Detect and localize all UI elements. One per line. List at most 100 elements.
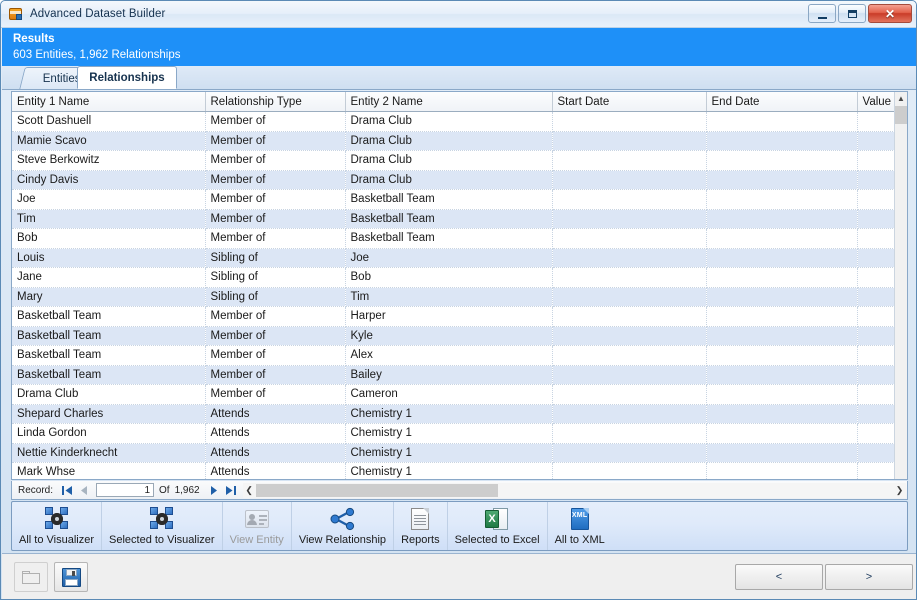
table-cell[interactable]: Drama Club xyxy=(345,131,552,151)
table-cell[interactable]: Scott Dashuell xyxy=(12,112,205,132)
table-cell[interactable] xyxy=(552,346,706,366)
table-row[interactable]: Basketball TeamMember ofAlex xyxy=(12,346,896,366)
column-header-start-date[interactable]: Start Date xyxy=(552,92,706,112)
view-entity-button[interactable]: View Entity xyxy=(223,502,292,550)
table-cell[interactable] xyxy=(706,424,857,444)
table-cell[interactable]: Joe xyxy=(12,190,205,210)
table-cell[interactable]: Chemistry 1 xyxy=(345,404,552,424)
table-row[interactable]: TimMember ofBasketball Team xyxy=(12,209,896,229)
table-row[interactable]: Drama ClubMember ofCameron xyxy=(12,385,896,405)
all-to-visualizer-button[interactable]: All to Visualizer xyxy=(12,502,102,550)
reports-button[interactable]: Reports xyxy=(394,502,448,550)
table-cell[interactable] xyxy=(552,131,706,151)
table-cell[interactable]: Harper xyxy=(345,307,552,327)
table-row[interactable]: Nettie KinderknechtAttendsChemistry 1 xyxy=(12,443,896,463)
table-cell[interactable]: Member of xyxy=(205,170,345,190)
scroll-right-icon[interactable]: ❯ xyxy=(893,483,906,498)
next-page-button[interactable]: > xyxy=(825,564,913,590)
table-row[interactable]: Cindy DavisMember ofDrama Club xyxy=(12,170,896,190)
table-cell[interactable] xyxy=(552,424,706,444)
tab-relationships[interactable]: Relationships xyxy=(77,66,177,89)
minimize-button[interactable] xyxy=(808,4,836,23)
table-cell[interactable]: Drama Club xyxy=(345,170,552,190)
table-cell[interactable] xyxy=(706,131,857,151)
table-cell[interactable] xyxy=(857,385,896,405)
table-cell[interactable]: Shepard Charles xyxy=(12,404,205,424)
table-cell[interactable] xyxy=(857,112,896,132)
table-cell[interactable] xyxy=(857,209,896,229)
table-cell[interactable]: Basketball Team xyxy=(345,229,552,249)
table-cell[interactable]: Cameron xyxy=(345,385,552,405)
table-cell[interactable] xyxy=(552,463,706,481)
table-cell[interactable] xyxy=(857,131,896,151)
table-row[interactable]: Basketball TeamMember ofKyle xyxy=(12,326,896,346)
table-cell[interactable] xyxy=(552,365,706,385)
table-cell[interactable]: Mary xyxy=(12,287,205,307)
table-cell[interactable]: Member of xyxy=(205,307,345,327)
view-relationship-button[interactable]: View Relationship xyxy=(292,502,394,550)
column-header-relationship-type[interactable]: Relationship Type xyxy=(205,92,345,112)
horizontal-scroll-track[interactable] xyxy=(256,484,893,497)
table-cell[interactable] xyxy=(706,287,857,307)
table-cell[interactable]: Sibling of xyxy=(205,248,345,268)
grid-vertical-scrollbar[interactable]: ▲ xyxy=(894,92,907,479)
table-cell[interactable] xyxy=(857,365,896,385)
table-cell[interactable] xyxy=(706,443,857,463)
table-row[interactable]: Scott DashuellMember ofDrama Club xyxy=(12,112,896,132)
table-cell[interactable] xyxy=(706,151,857,171)
table-row[interactable]: Basketball TeamMember ofBailey xyxy=(12,365,896,385)
table-cell[interactable]: Member of xyxy=(205,112,345,132)
table-cell[interactable]: Linda Gordon xyxy=(12,424,205,444)
table-cell[interactable] xyxy=(706,209,857,229)
table-cell[interactable] xyxy=(706,385,857,405)
scroll-up-icon[interactable]: ▲ xyxy=(895,92,907,105)
table-cell[interactable]: Drama Club xyxy=(12,385,205,405)
table-cell[interactable] xyxy=(857,443,896,463)
table-cell[interactable]: Basketball Team xyxy=(345,209,552,229)
table-cell[interactable] xyxy=(552,248,706,268)
table-cell[interactable] xyxy=(706,463,857,481)
all-to-xml-button[interactable]: XML All to XML xyxy=(548,502,612,550)
table-cell[interactable]: Member of xyxy=(205,365,345,385)
table-cell[interactable] xyxy=(857,326,896,346)
horizontal-scroll-thumb[interactable] xyxy=(256,484,498,497)
table-row[interactable]: Mamie ScavoMember ofDrama Club xyxy=(12,131,896,151)
table-cell[interactable] xyxy=(706,404,857,424)
table-cell[interactable] xyxy=(706,229,857,249)
table-cell[interactable]: Member of xyxy=(205,209,345,229)
table-cell[interactable] xyxy=(857,346,896,366)
table-row[interactable]: JoeMember ofBasketball Team xyxy=(12,190,896,210)
next-record-button[interactable] xyxy=(205,483,222,498)
selected-to-excel-button[interactable]: X Selected to Excel xyxy=(448,502,548,550)
table-cell[interactable]: Mamie Scavo xyxy=(12,131,205,151)
table-cell[interactable]: Chemistry 1 xyxy=(345,424,552,444)
table-cell[interactable] xyxy=(706,365,857,385)
column-header-entity2[interactable]: Entity 2 Name xyxy=(345,92,552,112)
column-header-end-date[interactable]: End Date xyxy=(706,92,857,112)
table-cell[interactable]: Steve Berkowitz xyxy=(12,151,205,171)
table-cell[interactable]: Member of xyxy=(205,385,345,405)
table-cell[interactable]: Basketball Team xyxy=(12,365,205,385)
table-cell[interactable] xyxy=(552,326,706,346)
table-cell[interactable] xyxy=(552,209,706,229)
column-header-entity1[interactable]: Entity 1 Name xyxy=(12,92,205,112)
table-cell[interactable] xyxy=(552,190,706,210)
record-number-input[interactable] xyxy=(96,483,154,497)
table-cell[interactable] xyxy=(857,424,896,444)
table-cell[interactable] xyxy=(706,112,857,132)
table-row[interactable]: Basketball TeamMember ofHarper xyxy=(12,307,896,327)
grid-horizontal-scrollbar[interactable]: ❮ ❯ xyxy=(243,483,906,498)
table-cell[interactable]: Bailey xyxy=(345,365,552,385)
table-cell[interactable]: Alex xyxy=(345,346,552,366)
table-cell[interactable] xyxy=(857,248,896,268)
column-header-value[interactable]: Value xyxy=(857,92,896,112)
table-cell[interactable] xyxy=(706,170,857,190)
table-cell[interactable] xyxy=(857,307,896,327)
save-button[interactable] xyxy=(54,562,88,592)
open-button[interactable] xyxy=(14,562,48,592)
table-cell[interactable] xyxy=(552,268,706,288)
table-cell[interactable]: Member of xyxy=(205,229,345,249)
table-cell[interactable]: Member of xyxy=(205,326,345,346)
table-cell[interactable] xyxy=(552,404,706,424)
table-cell[interactable] xyxy=(706,268,857,288)
